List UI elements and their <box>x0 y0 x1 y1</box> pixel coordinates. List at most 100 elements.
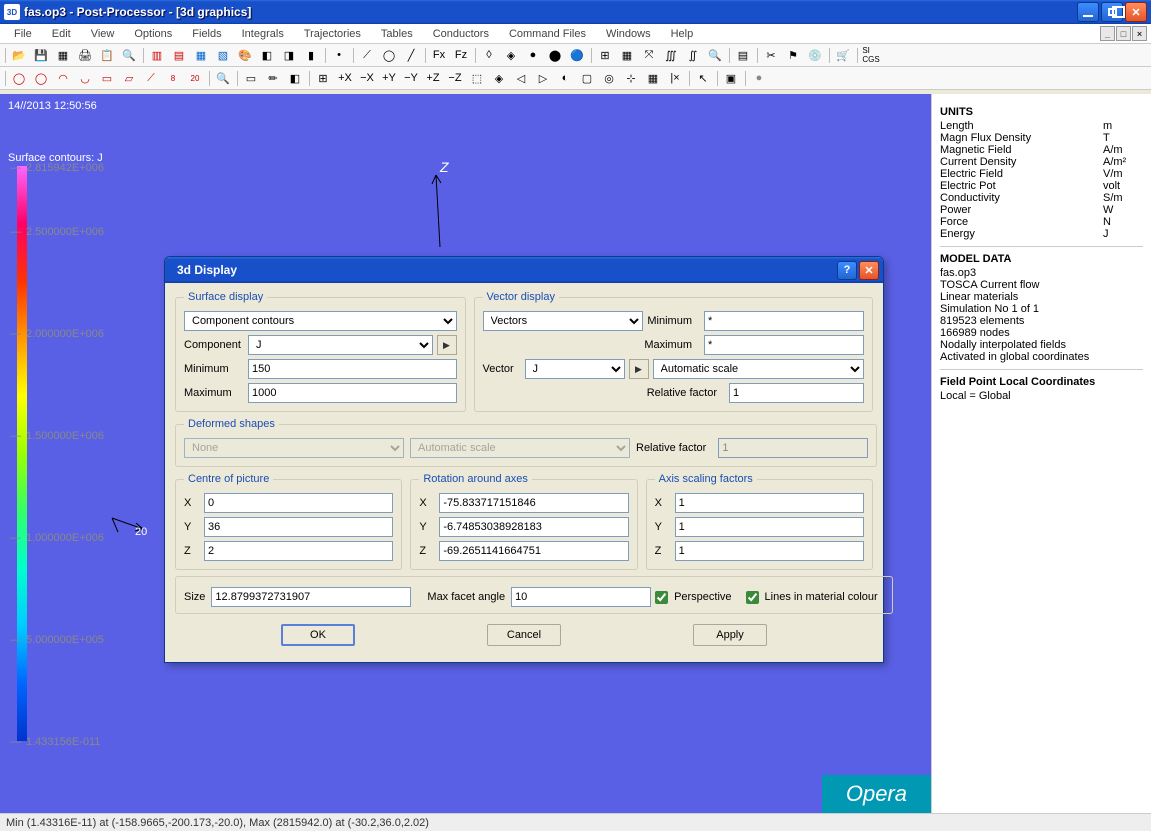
int1-icon[interactable]: ∭ <box>660 45 682 65</box>
shape2-icon[interactable]: ◯ <box>30 68 52 88</box>
save-icon[interactable]: 💾 <box>30 45 52 65</box>
menu-fields[interactable]: Fields <box>182 26 231 42</box>
vector-min-input[interactable] <box>704 311 864 331</box>
menu-integrals[interactable]: Integrals <box>232 26 294 42</box>
zoom-icon[interactable]: 🔍 <box>704 45 726 65</box>
dialog-help-button[interactable]: ? <box>837 261 857 280</box>
vector-play-button[interactable] <box>629 359 649 379</box>
rotation-z-input[interactable] <box>439 541 628 561</box>
mdi-minimize-button[interactable]: _ <box>1100 26 1115 41</box>
flag-icon[interactable]: ⚑ <box>782 45 804 65</box>
arc-icon[interactable]: ⟋ <box>356 45 378 65</box>
plusx-icon[interactable]: +X <box>334 68 356 88</box>
menu-file[interactable]: File <box>4 26 42 42</box>
mdi-close-button[interactable]: × <box>1132 26 1147 41</box>
vector-max-input[interactable] <box>704 335 864 355</box>
table-icon[interactable]: ▤ <box>732 45 754 65</box>
surface-min-input[interactable] <box>248 359 457 379</box>
shape8-icon[interactable]: 8 <box>162 68 184 88</box>
fx-icon[interactable]: Fx <box>428 45 450 65</box>
col0-icon[interactable]: ▦ <box>52 45 74 65</box>
col3-icon[interactable]: ▦ <box>190 45 212 65</box>
cube3-icon[interactable]: ⬚ <box>466 68 488 88</box>
component-select[interactable]: J <box>248 335 433 355</box>
pal-icon[interactable]: ▦ <box>642 68 664 88</box>
ok-button[interactable]: OK <box>281 624 355 646</box>
ball-icon[interactable]: 🔵 <box>566 45 588 65</box>
cube2-icon[interactable]: ◈ <box>500 45 522 65</box>
centre-z-input[interactable] <box>204 541 393 561</box>
lines-checkbox[interactable] <box>746 591 759 604</box>
cancel-button[interactable]: Cancel <box>487 624 561 646</box>
menu-view[interactable]: View <box>81 26 125 42</box>
view1-icon[interactable]: ▭ <box>240 68 262 88</box>
circ1-icon[interactable]: ◐ <box>554 68 576 88</box>
shape4-icon[interactable]: ◡ <box>74 68 96 88</box>
menu-windows[interactable]: Windows <box>596 26 661 42</box>
col2-icon[interactable]: ▤ <box>168 45 190 65</box>
scaling-x-input[interactable] <box>675 493 864 513</box>
vector-type-select[interactable]: Vectors <box>483 311 643 331</box>
col6-icon[interactable]: ◧ <box>256 45 278 65</box>
circle-icon[interactable]: ◯ <box>378 45 400 65</box>
grid1-icon[interactable]: ⊞ <box>594 45 616 65</box>
menu-options[interactable]: Options <box>124 26 182 42</box>
rotation-x-input[interactable] <box>439 493 628 513</box>
facet-input[interactable] <box>511 587 651 607</box>
minusx-icon[interactable]: −X <box>356 68 378 88</box>
menu-conductors[interactable]: Conductors <box>423 26 499 42</box>
minusz-icon[interactable]: −Z <box>444 68 466 88</box>
shape3-icon[interactable]: ◠ <box>52 68 74 88</box>
grayball-icon[interactable]: ● <box>748 68 770 88</box>
close-button[interactable] <box>1125 2 1147 22</box>
mdi-restore-button[interactable]: □ <box>1116 26 1131 41</box>
scaling-z-input[interactable] <box>675 541 864 561</box>
col5-icon[interactable]: 🎨 <box>234 45 256 65</box>
centre-x-input[interactable] <box>204 493 393 513</box>
target-icon[interactable]: ◎ <box>598 68 620 88</box>
minusy-icon[interactable]: −Y <box>400 68 422 88</box>
int2-icon[interactable]: ∬ <box>682 45 704 65</box>
menu-tables[interactable]: Tables <box>371 26 423 42</box>
col8-icon[interactable]: ▮ <box>300 45 322 65</box>
cyl-icon[interactable]: ⬤ <box>544 45 566 65</box>
surface-type-select[interactable]: Component contours <box>184 311 457 331</box>
pointer-icon[interactable]: ↖ <box>692 68 714 88</box>
rotation-y-input[interactable] <box>439 517 628 537</box>
cube4-icon[interactable]: ◈ <box>488 68 510 88</box>
abc-icon[interactable]: |× <box>664 68 686 88</box>
open-icon[interactable]: 📂 <box>8 45 30 65</box>
col7-icon[interactable]: ◨ <box>278 45 300 65</box>
copy-icon[interactable]: 📋 <box>96 45 118 65</box>
minimize-button[interactable] <box>1077 2 1099 22</box>
plusy-icon[interactable]: +Y <box>378 68 400 88</box>
view3-icon[interactable]: ◧ <box>284 68 306 88</box>
fz-icon[interactable]: Fz <box>450 45 472 65</box>
grid2-icon[interactable]: ▦ <box>616 45 638 65</box>
dialog-titlebar[interactable]: 3d Display ? ✕ <box>165 257 883 283</box>
plusz-icon[interactable]: +Z <box>422 68 444 88</box>
menu-edit[interactable]: Edit <box>42 26 81 42</box>
cube1-icon[interactable]: ◊ <box>478 45 500 65</box>
menu-help[interactable]: Help <box>661 26 704 42</box>
centre-y-input[interactable] <box>204 517 393 537</box>
surface-max-input[interactable] <box>248 383 457 403</box>
shape9-icon[interactable]: 20 <box>184 68 206 88</box>
menu-command-files[interactable]: Command Files <box>499 26 596 42</box>
component-play-button[interactable] <box>437 335 457 355</box>
shape6-icon[interactable]: ▱ <box>118 68 140 88</box>
vector-rel-input[interactable] <box>729 383 864 403</box>
menu-trajectories[interactable]: Trajectories <box>294 26 371 42</box>
shape7-icon[interactable]: ⟋ <box>140 68 162 88</box>
tri-icon[interactable]: ◁ <box>510 68 532 88</box>
cd-icon[interactable]: 💿 <box>804 45 826 65</box>
sphere-icon[interactable]: ● <box>522 45 544 65</box>
shape5-icon[interactable]: ▭ <box>96 68 118 88</box>
scissors-icon[interactable]: ✂ <box>760 45 782 65</box>
vector-scale-select[interactable]: Automatic scale <box>653 359 865 379</box>
view2-icon[interactable]: ✏ <box>262 68 284 88</box>
apply-button[interactable]: Apply <box>693 624 767 646</box>
zoom2-icon[interactable]: 🔍 <box>212 68 234 88</box>
search-icon[interactable]: 🔍 <box>118 45 140 65</box>
size-input[interactable] <box>211 587 411 607</box>
